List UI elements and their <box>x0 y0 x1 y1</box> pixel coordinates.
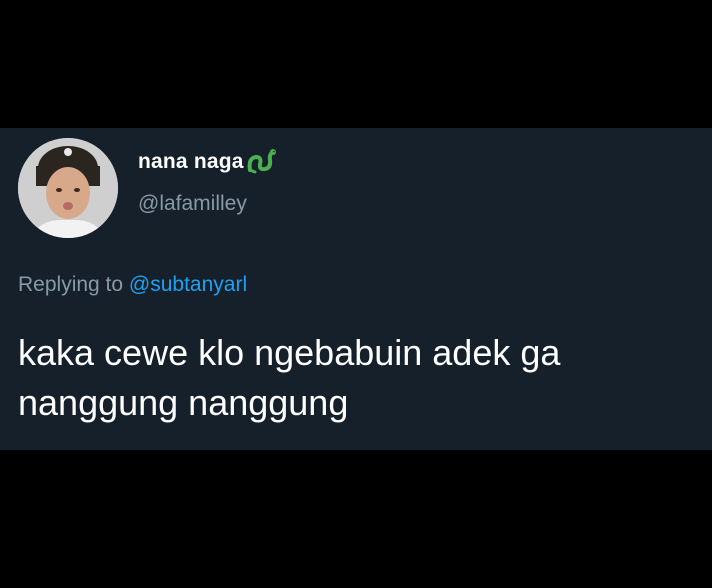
tweet-text: kaka cewe klo ngebabuin adek ga nanggung… <box>18 328 712 428</box>
snake-icon <box>246 148 278 176</box>
avatar[interactable] <box>18 138 118 238</box>
replying-to-prefix: Replying to <box>18 273 129 296</box>
author-name-row[interactable]: nana naga <box>138 148 278 176</box>
screenshot-frame: nana naga @lafamilley Replying to @subta… <box>0 0 712 588</box>
tweet-text-line-1: kaka cewe klo ngebabuin adek ga <box>18 332 561 373</box>
reply-mention-link[interactable]: @subtanyarl <box>129 273 247 296</box>
author-display-name[interactable]: nana naga <box>138 150 244 174</box>
replying-to-line: Replying to @subtanyarl <box>18 273 247 297</box>
avatar-photo <box>18 138 118 238</box>
tweet-text-line-2: nanggung nanggung <box>18 382 349 423</box>
tweet-card[interactable]: nana naga @lafamilley Replying to @subta… <box>0 128 712 450</box>
author-handle[interactable]: @lafamilley <box>138 192 247 216</box>
